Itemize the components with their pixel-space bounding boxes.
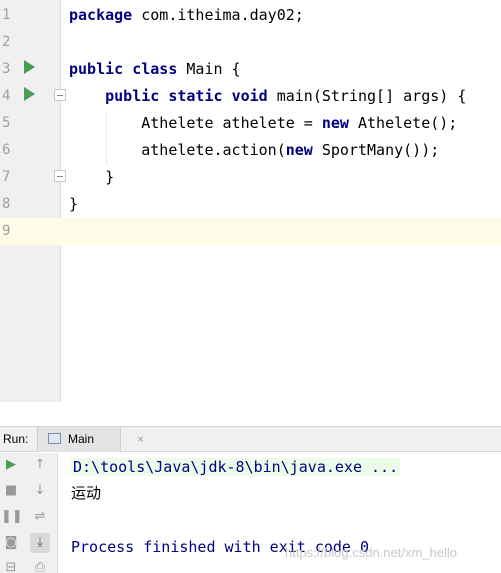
code-line[interactable]: 5 Athelete athelete = new Athelete(); xyxy=(0,110,501,137)
code-text: } xyxy=(69,164,114,191)
code-line[interactable]: 7 } xyxy=(0,164,501,191)
code-token: } xyxy=(69,195,79,213)
line-number: 8 xyxy=(2,196,11,212)
run-tab-label: Main xyxy=(68,432,95,446)
keyword-token: class xyxy=(132,60,178,78)
keyword-token: void xyxy=(231,87,268,105)
run-main-icon[interactable] xyxy=(24,87,35,101)
line-number: 4 xyxy=(2,88,11,104)
console-command-line: D:\tools\Java\jdk-8\bin\java.exe ... xyxy=(71,454,401,480)
code-token: Athelete(); xyxy=(348,114,458,132)
run-label: Run: xyxy=(3,432,29,446)
print-icon[interactable]: ⎙ xyxy=(30,558,50,573)
fold-marker-icon[interactable] xyxy=(54,89,66,101)
code-text: Athelete athelete = new Athelete(); xyxy=(69,110,457,137)
restore-layout-icon[interactable]: ⊟ xyxy=(1,558,21,573)
keyword-token: public xyxy=(69,60,124,78)
code-text: athelete.action(new SportMany()); xyxy=(69,137,439,164)
code-text: } xyxy=(69,191,78,218)
line-number: 2 xyxy=(2,34,11,50)
code-token: main(String[] args) { xyxy=(267,87,467,105)
code-text: public static void main(String[] args) { xyxy=(69,83,466,110)
code-line[interactable]: 8} xyxy=(0,191,501,218)
code-line[interactable]: 6 athelete.action(new SportMany()); xyxy=(0,137,501,164)
code-token: com.itheima.day02; xyxy=(132,6,304,24)
run-tool-window-header: Run: Main × xyxy=(0,426,501,452)
code-line[interactable]: 9 xyxy=(0,218,501,245)
console-command-text: D:\tools\Java\jdk-8\bin\java.exe ... xyxy=(71,458,401,476)
code-token: Main { xyxy=(177,60,241,78)
down-arrow-icon[interactable]: ↓ xyxy=(30,481,50,501)
code-text: package com.itheima.day02; xyxy=(69,2,304,29)
line-number: 9 xyxy=(0,218,18,245)
run-toolbar: ▶ ↑ ■ ↓ ❚❚ ⇌ ◙ ⤓ ⊟ ⎙ xyxy=(0,453,58,573)
keyword-token: package xyxy=(69,6,133,24)
keyword-token: new xyxy=(285,141,313,159)
code-token: } xyxy=(69,168,115,186)
pause-icon[interactable]: ❚❚ xyxy=(1,507,23,527)
soft-wrap-icon[interactable]: ⇌ xyxy=(30,507,50,527)
watermark: https://blog.csdn.net/xm_hello xyxy=(285,545,457,560)
keyword-token: static xyxy=(168,87,223,105)
application-icon xyxy=(48,433,61,444)
code-token: SportMany()); xyxy=(312,141,440,159)
line-number: 6 xyxy=(2,142,11,158)
console-output-line: 运动 xyxy=(71,484,102,502)
code-token: athelete.action( xyxy=(69,141,286,159)
rerun-icon[interactable]: ▶ xyxy=(1,455,21,475)
code-line[interactable]: 4 public static void main(String[] args)… xyxy=(0,83,501,110)
scroll-to-end-icon[interactable]: ⤓ xyxy=(30,533,50,553)
indent-guide xyxy=(106,110,107,165)
run-tab-main[interactable]: Main × xyxy=(37,427,144,452)
keyword-token: new xyxy=(321,114,349,132)
line-number: 1 xyxy=(2,7,11,23)
fold-marker-icon[interactable] xyxy=(54,170,66,182)
line-number: 3 xyxy=(2,61,11,77)
run-class-icon[interactable] xyxy=(24,60,35,74)
line-number: 5 xyxy=(2,115,11,131)
keyword-token: public xyxy=(105,87,160,105)
code-editor[interactable]: 1 package com.itheima.day02; 2 3 public clas… xyxy=(0,0,501,402)
stop-icon[interactable]: ■ xyxy=(1,481,21,501)
code-line[interactable]: 3 public class Main { xyxy=(0,56,501,83)
camera-icon[interactable]: ◙ xyxy=(1,533,21,553)
close-icon[interactable]: × xyxy=(137,427,144,451)
code-text: public class Main { xyxy=(69,56,241,83)
line-number: 7 xyxy=(2,169,11,185)
code-line[interactable]: 1 package com.itheima.day02; xyxy=(0,2,501,29)
up-arrow-icon[interactable]: ↑ xyxy=(30,455,50,475)
code-line[interactable]: 2 xyxy=(0,29,501,56)
